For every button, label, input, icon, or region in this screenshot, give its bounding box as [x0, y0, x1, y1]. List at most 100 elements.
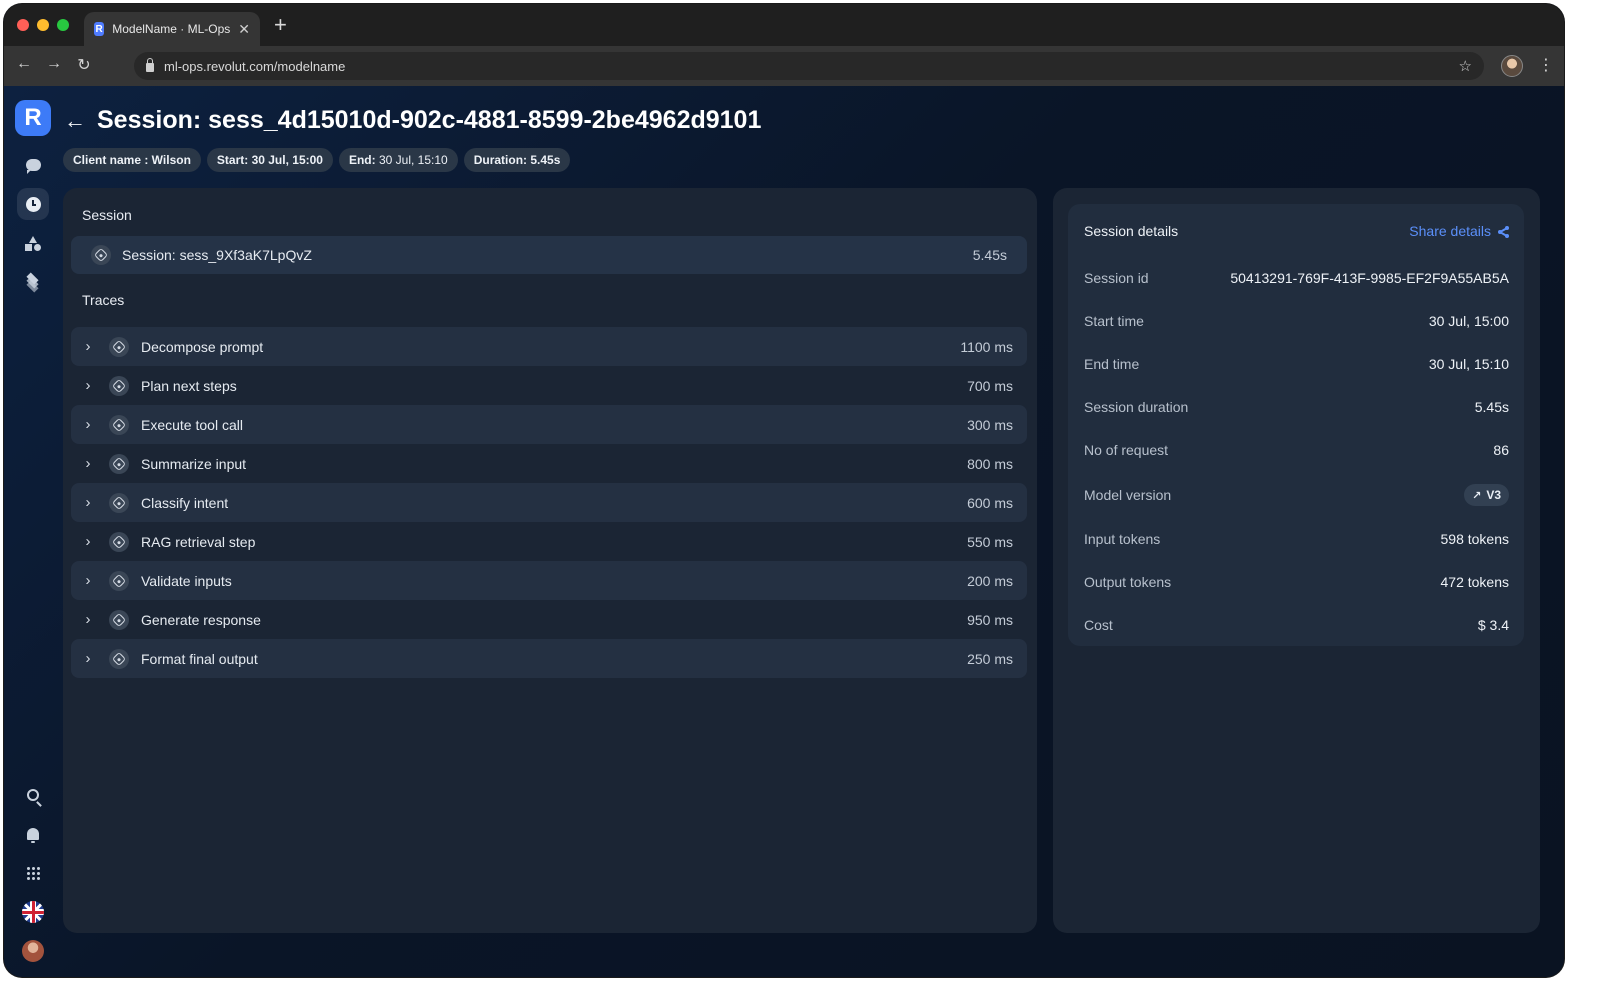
trace-label: Classify intent: [141, 494, 229, 511]
bell-icon: [27, 828, 39, 843]
model-version-badge[interactable]: ↗ V3: [1464, 484, 1509, 506]
back-nav-icon[interactable]: ←: [14, 55, 34, 73]
trace-row[interactable]: › Classify intent 600 ms: [71, 483, 1027, 522]
url-text: ml-ops.revolut.com/modelname: [164, 58, 346, 74]
trace-row[interactable]: › Execute tool call 300 ms: [71, 405, 1027, 444]
sidebar-language-button[interactable]: [17, 896, 49, 928]
detail-value: 5.45s: [1474, 399, 1509, 415]
chevron-right-icon[interactable]: ›: [81, 611, 95, 628]
detail-value: $ 3.4: [1477, 617, 1509, 633]
session-row[interactable]: Session: sess_9Xf3aK7LpQvZ 5.45s: [71, 236, 1027, 274]
detail-value: 598 tokens: [1440, 531, 1510, 547]
trace-row[interactable]: › RAG retrieval step 550 ms: [71, 522, 1027, 561]
layers-icon: [26, 272, 40, 293]
app-main: R ← Session: sess_4d15010d-902c-4881-859…: [4, 86, 1564, 977]
trace-row[interactable]: › Format final output 250 ms: [71, 639, 1027, 678]
share-icon: [1498, 225, 1509, 238]
chevron-right-icon[interactable]: ›: [81, 377, 95, 394]
browser-window: R ModelName · ML-Ops ✕ + ← → ↻ ml-ops.re…: [4, 4, 1564, 977]
trace-row[interactable]: › Decompose prompt 1100 ms: [71, 327, 1027, 366]
sidebar-profile-button[interactable]: [17, 935, 49, 967]
traces-section-title: Traces: [82, 292, 125, 308]
shapes-icon: [25, 235, 41, 251]
tab-favicon-icon: R: [94, 22, 105, 36]
trace-label: Generate response: [141, 611, 261, 628]
trace-duration: 950 ms: [967, 611, 1013, 628]
session-node-icon: [91, 245, 111, 265]
trace-list: › Decompose prompt 1100 ms › Plan next s…: [71, 327, 1027, 678]
close-window-button[interactable]: [17, 19, 29, 31]
trace-label: RAG retrieval step: [141, 533, 256, 550]
sidebar-notifications-button[interactable]: [17, 818, 49, 850]
sidebar-item-layers[interactable]: [17, 266, 49, 298]
details-title: Session details: [1084, 223, 1179, 239]
sidebar-item-sessions[interactable]: [17, 188, 49, 220]
browser-tab-bar: R ModelName · ML-Ops ✕ +: [4, 4, 1564, 46]
end-chip: End: 30 Jul, 15:10: [338, 148, 458, 172]
trace-duration: 600 ms: [967, 494, 1013, 511]
trace-label: Summarize input: [141, 455, 247, 472]
sidebar-search-button[interactable]: [17, 779, 49, 811]
chevron-right-icon[interactable]: ›: [81, 455, 95, 472]
sidebar: R: [4, 86, 62, 977]
detail-value: 30 Jul, 15:10: [1428, 356, 1509, 372]
detail-value: 30 Jul, 15:00: [1428, 313, 1509, 329]
duration-chip: Duration: 5.45s: [463, 148, 571, 172]
user-avatar: [22, 940, 44, 962]
page-title: Session: sess_4d15010d-902c-4881-8599-2b…: [97, 106, 762, 134]
detail-label: End time: [1084, 356, 1140, 372]
detail-label: Cost: [1084, 617, 1113, 633]
trace-duration: 550 ms: [967, 533, 1013, 550]
trace-row[interactable]: › Generate response 950 ms: [71, 600, 1027, 639]
trace-node-icon: [109, 609, 129, 630]
chevron-right-icon[interactable]: ›: [81, 338, 95, 355]
trace-label: Decompose prompt: [141, 338, 264, 355]
chevron-right-icon[interactable]: ›: [81, 650, 95, 667]
sidebar-item-models[interactable]: [17, 227, 49, 259]
minimize-window-button[interactable]: [37, 19, 49, 31]
address-bar[interactable]: ml-ops.revolut.com/modelname ☆: [134, 52, 1484, 80]
trace-row[interactable]: › Summarize input 800 ms: [71, 444, 1027, 483]
share-details-label: Share details: [1409, 223, 1491, 239]
reload-icon[interactable]: ↻: [74, 55, 94, 75]
arrow-up-right-icon: ↗: [1472, 489, 1482, 502]
close-tab-icon[interactable]: ✕: [238, 21, 250, 38]
chevron-right-icon[interactable]: ›: [81, 494, 95, 511]
session-section-title: Session: [82, 207, 132, 223]
maximize-window-button[interactable]: [57, 19, 69, 31]
session-summary-chips: Client name : Wilson Start: 30 Jul, 15:0…: [63, 148, 571, 172]
chevron-right-icon[interactable]: ›: [81, 533, 95, 550]
sidebar-apps-button[interactable]: [17, 857, 49, 889]
chevron-right-icon[interactable]: ›: [81, 572, 95, 589]
uk-flag-icon: [22, 901, 44, 923]
forward-nav-icon[interactable]: →: [44, 55, 64, 73]
session-label: Session: sess_9Xf3aK7LpQvZ: [122, 247, 312, 263]
share-details-button[interactable]: Share details: [1409, 223, 1509, 239]
trace-duration: 250 ms: [967, 650, 1013, 667]
trace-label: Validate inputs: [141, 572, 232, 589]
trace-label: Format final output: [141, 650, 258, 667]
sidebar-item-chat[interactable]: [17, 149, 49, 181]
chevron-right-icon[interactable]: ›: [81, 416, 95, 433]
detail-row-cost: Cost $ 3.4: [1084, 617, 1509, 633]
detail-label: Session id: [1084, 270, 1149, 286]
trace-duration: 1100 ms: [960, 338, 1013, 355]
trace-row[interactable]: › Plan next steps 700 ms: [71, 366, 1027, 405]
back-arrow-icon[interactable]: ←: [64, 108, 86, 134]
detail-label: Model version: [1084, 487, 1172, 503]
detail-value: 472 tokens: [1440, 574, 1510, 590]
browser-profile-avatar[interactable]: [1501, 55, 1523, 77]
detail-row-start-time: Start time 30 Jul, 15:00: [1084, 313, 1509, 329]
chat-icon: [25, 159, 41, 174]
trace-node-icon: [109, 492, 129, 513]
browser-menu-icon[interactable]: ⋮: [1538, 55, 1554, 75]
bookmark-star-icon[interactable]: ☆: [1459, 57, 1472, 75]
new-tab-icon[interactable]: +: [274, 14, 287, 36]
trace-label: Execute tool call: [141, 416, 243, 433]
app-logo[interactable]: R: [15, 100, 51, 136]
detail-value: 50413291-769F-413F-9985-EF2F9A55AB5A: [1230, 270, 1509, 286]
browser-tab[interactable]: R ModelName · ML-Ops ✕: [84, 12, 260, 46]
trace-row[interactable]: › Validate inputs 200 ms: [71, 561, 1027, 600]
detail-label: Session duration: [1084, 399, 1189, 415]
trace-label: Plan next steps: [141, 377, 237, 394]
